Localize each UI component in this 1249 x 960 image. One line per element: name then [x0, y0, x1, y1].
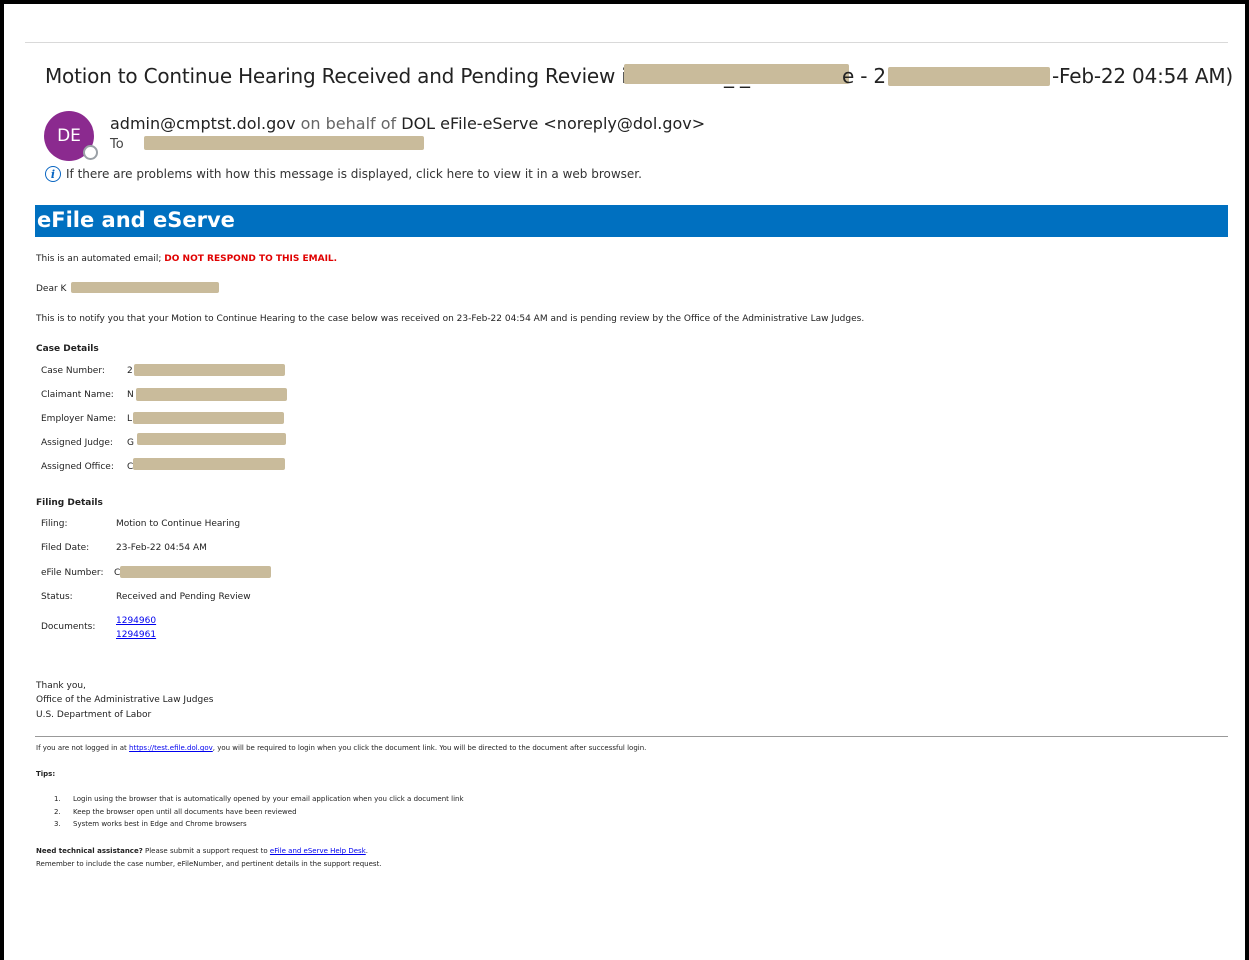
status-label: Status: — [41, 592, 73, 602]
filing-value: Motion to Continue Hearing — [116, 519, 241, 529]
efile-login-link[interactable]: https://test.efile.dol.gov — [129, 744, 213, 752]
filing-label: Filing: — [41, 519, 68, 529]
assistance-heading: Need technical assistance? — [36, 847, 143, 855]
to-label: To — [110, 137, 124, 152]
tip-text: Login using the browser that is automati… — [73, 795, 464, 803]
assigned-office-label: Assigned Office: — [41, 462, 114, 472]
sender-line[interactable]: admin@cmptst.dol.gov on behalf of DOL eF… — [110, 114, 705, 133]
documents-label: Documents: — [41, 622, 96, 632]
sender-behalf-text: on behalf of — [300, 114, 397, 133]
efile-number-label: eFile Number: — [41, 568, 104, 578]
avatar-initials: DE — [57, 126, 81, 146]
sender-name: DOL eFile-eServe <noreply@dol.gov> — [401, 114, 706, 133]
display-notice[interactable]: i If there are problems with how this me… — [45, 166, 642, 182]
banner-title: eFile and eServe — [37, 208, 235, 232]
status-value: Received and Pending Review — [116, 592, 251, 602]
recipient-line[interactable]: To — [110, 137, 124, 152]
filed-date-value: 23-Feb-22 04:54 AM — [116, 543, 207, 553]
signoff-line-3: U.S. Department of Labor — [36, 710, 152, 720]
redaction-block — [71, 282, 219, 293]
remember-line: Remember to include the case number, eFi… — [36, 860, 382, 868]
display-notice-text: If there are problems with how this mess… — [66, 167, 642, 181]
redaction-block — [133, 412, 284, 424]
list-item: 3. System works best in Edge and Chrome b… — [54, 820, 247, 828]
automated-warning: DO NOT RESPOND TO THIS EMAIL. — [164, 254, 338, 264]
document-link-2[interactable]: 1294961 — [116, 630, 156, 640]
case-number-value: 2 — [127, 366, 133, 376]
subject-fragment-1: _ _ — [724, 64, 750, 88]
presence-status-icon — [83, 145, 98, 160]
login-notice: If you are not logged in at https://test… — [36, 744, 646, 752]
redaction-block — [888, 67, 1050, 86]
tips-heading: Tips: — [36, 770, 56, 778]
employer-name-label: Employer Name: — [41, 414, 117, 424]
redaction-block — [144, 136, 424, 150]
help-desk-link[interactable]: eFile and eServe Help Desk — [270, 847, 366, 855]
efile-banner: eFile and eServe — [35, 205, 1228, 237]
automated-prefix: This is an automated email; — [36, 254, 162, 264]
case-number-label: Case Number: — [41, 366, 105, 376]
assistance-text: Please submit a support request to — [145, 847, 268, 855]
claimant-name-label: Claimant Name: — [41, 390, 114, 400]
tip-text: Keep the browser open until all document… — [73, 807, 297, 816]
signoff-line-2: Office of the Administrative Law Judges — [36, 695, 214, 705]
redaction-block — [136, 388, 287, 401]
redaction-block — [120, 566, 271, 578]
filing-details-heading: Filing Details — [36, 498, 103, 508]
filed-date-label: Filed Date: — [41, 543, 90, 553]
assigned-judge-value: G — [127, 438, 134, 448]
list-item: 1. Login using the browser that is automa… — [54, 795, 464, 803]
notification-text: This is to notify you that your Motion t… — [36, 314, 865, 324]
automated-notice: This is an automated email; DO NOT RESPO… — [36, 254, 337, 264]
claimant-name-value: N — [127, 390, 134, 400]
subject-fragment-3: -Feb-22 04:54 AM) — [1052, 64, 1233, 88]
subject-start: Motion to Continue Hearing Received and … — [45, 64, 640, 88]
document-link-1[interactable]: 1294960 — [116, 616, 156, 626]
list-item: 2. Keep the browser open until all docume… — [54, 807, 297, 816]
greeting: Dear K — [36, 284, 67, 294]
email-subject: Motion to Continue Hearing Received and … — [45, 64, 653, 88]
case-details-heading: Case Details — [36, 344, 99, 354]
subject-fragment-2: e - 2 — [842, 64, 886, 88]
tips-list: 1. Login using the browser that is automa… — [54, 795, 464, 833]
signoff-line-1: Thank you, — [36, 681, 86, 691]
tip-text: System works best in Edge and Chrome bro… — [73, 820, 247, 828]
email-reader-pane: Motion to Continue Hearing Received and … — [0, 0, 1249, 960]
login-suffix: , you will be required to login when you… — [212, 744, 647, 752]
assistance-line: Need technical assistance? Please submit… — [36, 847, 368, 855]
assistance-end: . — [365, 847, 368, 855]
login-prefix: If you are not logged in at — [36, 744, 127, 752]
assigned-judge-label: Assigned Judge: — [41, 438, 113, 448]
redaction-block — [134, 364, 285, 376]
sender-email: admin@cmptst.dol.gov — [110, 114, 296, 133]
employer-name-value: L — [127, 414, 133, 424]
info-icon: i — [45, 166, 61, 182]
header-divider — [25, 42, 1228, 43]
redaction-block — [137, 433, 286, 445]
footer-divider — [35, 736, 1228, 737]
redaction-block — [133, 458, 285, 470]
